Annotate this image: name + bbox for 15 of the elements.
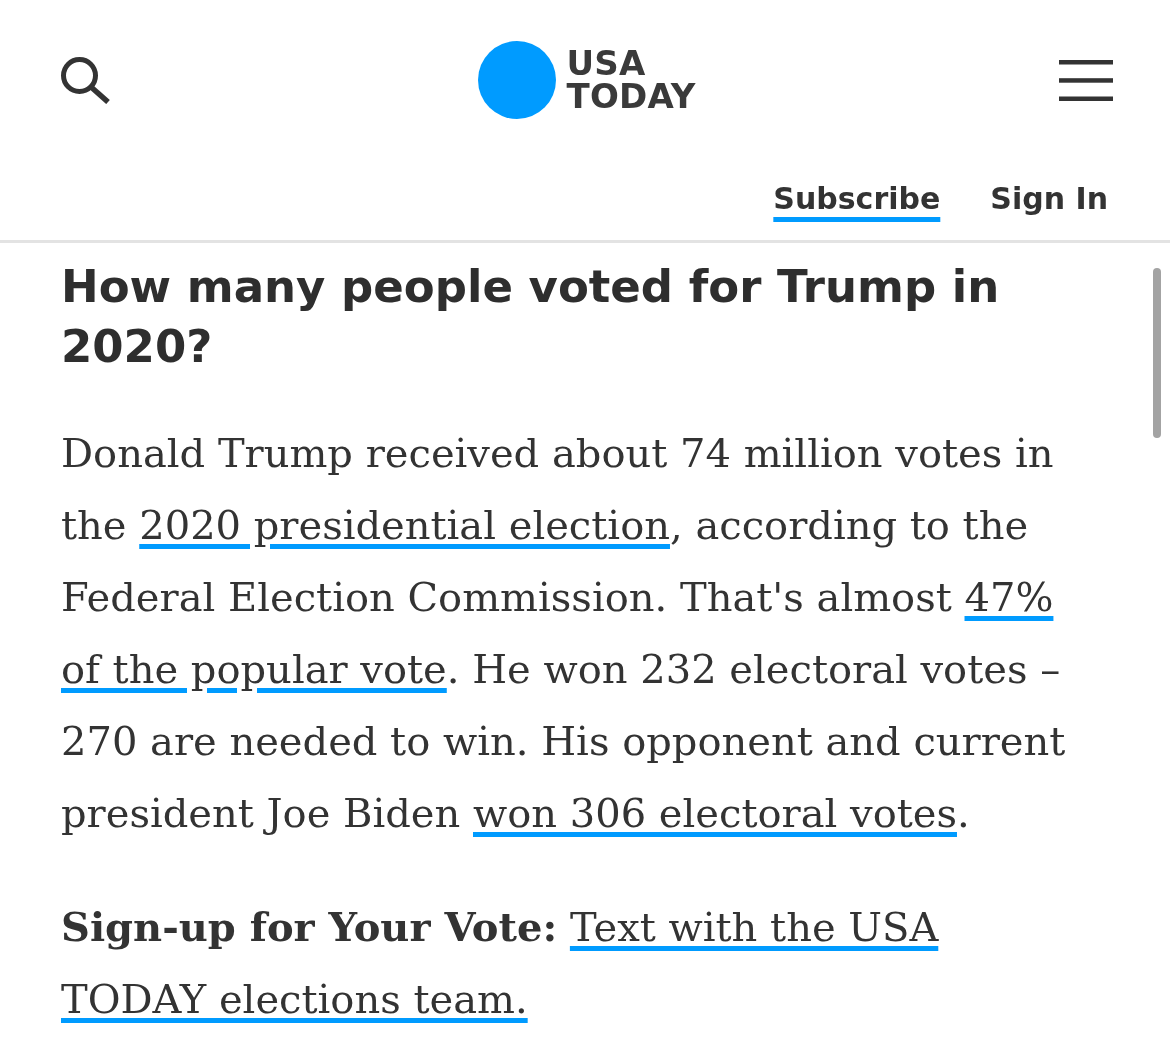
article-link[interactable]: of the popular vote <box>61 646 447 692</box>
article-paragraph: Donald Trump received about 74 million votes in the 2020 presidential election, according to the Federal Election Commission. That's almost 47% of the popular vote. He won 232 electoral votes – 270 are needed to win. His opponent and current president Joe Biden won 306 electoral votes. <box>61 429 1067 838</box>
article-heading: How many people voted for Trump in 2020? <box>61 259 1001 375</box>
nav-link[interactable]: Subscribe <box>773 178 941 219</box>
article-link[interactable]: 47% <box>964 574 1054 620</box>
article-link[interactable]: TODAY elections team. <box>61 976 528 1022</box>
logo-icon[interactable] <box>477 41 556 119</box>
search-icon[interactable] <box>60 56 110 104</box>
article-paragraph: Sign-up for Your Vote: Text with the USA TODAY elections team. <box>61 902 940 1024</box>
menu-icon[interactable] <box>1059 59 1113 101</box>
article-link[interactable]: 2020 presidential election <box>139 502 670 548</box>
nav-link[interactable]: Sign In <box>990 178 1108 219</box>
article-link[interactable]: won 306 electoral votes <box>473 790 957 836</box>
article-link[interactable]: Text with the USA <box>569 904 939 950</box>
logo-wordmark[interactable]: USA TODAY <box>566 47 696 113</box>
